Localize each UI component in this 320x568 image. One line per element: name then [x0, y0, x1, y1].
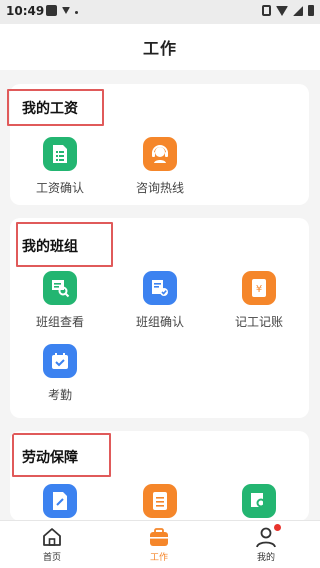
- wifi-icon: [276, 5, 288, 16]
- system-icons: [262, 5, 314, 16]
- image-notification-icon: [46, 5, 57, 16]
- team-confirm-button[interactable]: 班组确认: [120, 271, 200, 330]
- notification-badge: [274, 524, 281, 531]
- headset-icon: [143, 137, 177, 171]
- item-label: 考勤: [47, 388, 72, 402]
- document-search-icon: [242, 484, 276, 518]
- bottom-tab-bar: 首页 工作 我的: [0, 520, 320, 568]
- salary-confirm-button[interactable]: 工资确认: [20, 137, 100, 196]
- battery-icon: [308, 5, 314, 16]
- signal-icon: [293, 5, 303, 16]
- item-label: 班组查看: [35, 315, 84, 329]
- labor-item-2-button[interactable]: [120, 484, 200, 518]
- team-view-button[interactable]: 班组查看: [20, 271, 100, 330]
- document-icon: [43, 137, 77, 171]
- page-title: 工作: [142, 39, 177, 58]
- download-icon: [62, 7, 70, 14]
- status-time: 10:49: [6, 4, 45, 18]
- notification-icons: [46, 5, 78, 16]
- team-search-icon: [43, 271, 77, 305]
- hotline-button[interactable]: 咨询热线: [120, 137, 200, 196]
- document-edit-icon: [43, 484, 77, 518]
- list-icon: [143, 484, 177, 518]
- user-icon: [255, 524, 281, 548]
- item-label: 记工记账: [234, 315, 283, 329]
- work-ledger-button[interactable]: ¥ 记工记账: [219, 271, 299, 330]
- tab-work[interactable]: 工作: [129, 526, 189, 563]
- labor-item-1-button[interactable]: [20, 484, 100, 518]
- item-label: 咨询热线: [135, 181, 184, 195]
- labor-protection-section: 劳动保障: [10, 431, 309, 521]
- attendance-button[interactable]: 考勤: [20, 344, 100, 403]
- more-dot-icon: [75, 11, 78, 14]
- item-label: 班组确认: [135, 315, 184, 329]
- svg-text:¥: ¥: [256, 284, 262, 295]
- team-check-icon: [143, 271, 177, 305]
- section-title: 劳动保障: [22, 450, 78, 466]
- salary-section: 我的工资 工资确认 咨询热线: [7, 84, 309, 205]
- ledger-yuan-icon: ¥: [242, 271, 276, 305]
- item-label: 工资确认: [35, 181, 84, 195]
- page-header: 工作: [0, 24, 320, 70]
- team-section: 我的班组 班组查看 班组确认 ¥ 记工记账 考勤: [10, 218, 309, 418]
- home-icon: [41, 526, 63, 548]
- section-title: 我的工资: [22, 101, 78, 117]
- status-bar: 10:49: [0, 0, 320, 24]
- calendar-check-icon: [43, 344, 77, 378]
- tab-label: 首页: [42, 553, 61, 563]
- tab-me[interactable]: 我的: [236, 524, 296, 563]
- tab-home[interactable]: 首页: [22, 526, 82, 563]
- vibrate-icon: [262, 5, 271, 16]
- briefcase-icon: [148, 526, 170, 548]
- tab-label: 我的: [256, 553, 275, 563]
- section-title: 我的班组: [22, 239, 78, 255]
- tab-label: 工作: [149, 553, 168, 563]
- labor-item-3-button[interactable]: [219, 484, 299, 518]
